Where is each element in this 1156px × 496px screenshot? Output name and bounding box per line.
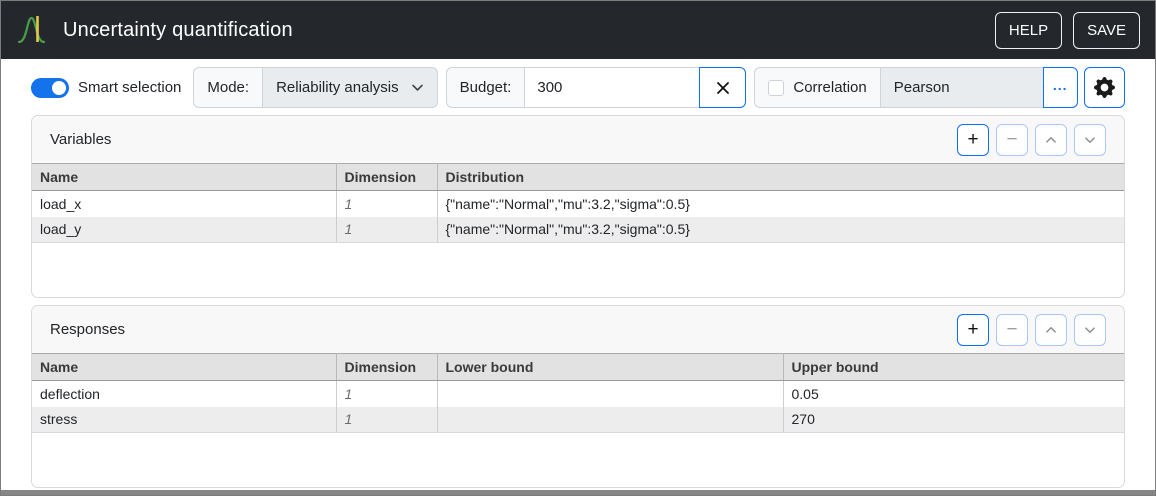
correlation-method-value: Pearson [894, 79, 950, 96]
table-row: stress 1 270 [32, 407, 1124, 433]
header-actions: HELP SAVE [995, 12, 1140, 49]
cell-variable-name[interactable]: load_x [32, 191, 336, 217]
responses-panel-actions: + − [957, 314, 1106, 346]
variables-panel-actions: + − [957, 124, 1106, 156]
smart-selection-label: Smart selection [78, 79, 181, 96]
cell-response-dimension[interactable]: 1 [336, 381, 437, 407]
responses-add-button[interactable]: + [957, 314, 989, 346]
table-row: load_y 1 {"name":"Normal","mu":3.2,"sigm… [32, 217, 1124, 243]
variables-panel-title: Variables [50, 131, 111, 148]
correlation-label: Correlation [793, 79, 866, 96]
save-button[interactable]: SAVE [1073, 12, 1140, 49]
cell-variable-distribution[interactable]: {"name":"Normal","mu":3.2,"sigma":0.5} [437, 191, 1124, 217]
cell-response-upper-bound[interactable]: 270 [783, 407, 1124, 433]
cell-response-dimension[interactable]: 1 [336, 407, 437, 433]
cell-response-name[interactable]: stress [32, 407, 336, 433]
responses-panel: Responses + − Name Dimension Lower bound… [31, 305, 1125, 488]
mode-select[interactable]: Reliability analysis [262, 67, 438, 108]
close-icon [715, 80, 731, 96]
column-header-name: Name [32, 164, 336, 191]
app-header: Uncertainty quantification HELP SAVE [1, 1, 1155, 59]
chevron-up-icon [1045, 324, 1057, 336]
responses-panel-title: Responses [50, 321, 125, 338]
responses-remove-button[interactable]: − [996, 314, 1028, 346]
column-header-distribution: Distribution [437, 164, 1124, 191]
column-header-dimension: Dimension [336, 164, 437, 191]
variables-move-down-button[interactable] [1074, 124, 1106, 156]
variables-panel: Variables + − Name Dimension Distributio… [31, 115, 1125, 298]
mode-selected-value: Reliability analysis [276, 79, 399, 96]
budget-field-wrap [524, 67, 700, 108]
cell-variable-distribution[interactable]: {"name":"Normal","mu":3.2,"sigma":0.5} [437, 217, 1124, 243]
variables-header-row: Name Dimension Distribution [32, 164, 1124, 191]
cell-variable-dimension[interactable]: 1 [336, 217, 437, 243]
correlation-more-button[interactable]: ... [1043, 67, 1078, 108]
page-title: Uncertainty quantification [63, 19, 293, 42]
column-header-lower-bound: Lower bound [437, 354, 783, 381]
cell-variable-name[interactable]: load_y [32, 217, 336, 243]
responses-move-up-button[interactable] [1035, 314, 1067, 346]
mode-group: Mode: Reliability analysis [193, 67, 437, 108]
app-logo-distribution-icon [16, 11, 52, 49]
responses-panel-header: Responses + − [32, 306, 1124, 353]
budget-clear-button[interactable] [699, 67, 746, 108]
column-header-upper-bound: Upper bound [783, 354, 1124, 381]
chevron-up-icon [1045, 134, 1057, 146]
budget-label: Budget: [446, 67, 526, 108]
chevron-down-icon [1084, 324, 1096, 336]
correlation-group: Correlation Pearson ... [754, 67, 1077, 108]
column-header-name: Name [32, 354, 336, 381]
cell-response-lower-bound[interactable] [437, 407, 783, 433]
mode-label: Mode: [193, 67, 263, 108]
variables-panel-header: Variables + − [32, 116, 1124, 163]
column-header-dimension: Dimension [336, 354, 437, 381]
chevron-down-icon [1084, 134, 1096, 146]
budget-input[interactable] [525, 68, 699, 107]
app-window: Uncertainty quantification HELP SAVE Sma… [0, 0, 1156, 496]
table-row: deflection 1 0.05 [32, 381, 1124, 407]
cell-variable-dimension[interactable]: 1 [336, 191, 437, 217]
gear-icon [1094, 77, 1115, 98]
smart-selection-control: Smart selection [31, 78, 185, 98]
smart-selection-toggle[interactable] [31, 78, 69, 98]
budget-group: Budget: [446, 67, 747, 108]
cell-response-upper-bound[interactable]: 0.05 [783, 381, 1124, 407]
table-row: load_x 1 {"name":"Normal","mu":3.2,"sigm… [32, 191, 1124, 217]
chevron-down-icon [411, 81, 424, 94]
responses-move-down-button[interactable] [1074, 314, 1106, 346]
correlation-checkbox[interactable] [768, 80, 784, 96]
cell-response-lower-bound[interactable] [437, 381, 783, 407]
cell-response-name[interactable]: deflection [32, 381, 336, 407]
toolbar: Smart selection Mode: Reliability analys… [31, 67, 1125, 108]
correlation-checkbox-wrap: Correlation [754, 67, 880, 108]
settings-button[interactable] [1084, 67, 1125, 108]
responses-header-row: Name Dimension Lower bound Upper bound [32, 354, 1124, 381]
responses-table: Name Dimension Lower bound Upper bound d… [32, 353, 1124, 433]
correlation-method-field: Pearson [880, 67, 1044, 108]
variables-move-up-button[interactable] [1035, 124, 1067, 156]
variables-add-button[interactable]: + [957, 124, 989, 156]
help-button[interactable]: HELP [995, 12, 1062, 49]
toggle-knob [52, 81, 66, 95]
window-bottom-edge [1, 490, 1155, 495]
variables-remove-button[interactable]: − [996, 124, 1028, 156]
variables-table: Name Dimension Distribution load_x 1 {"n… [32, 163, 1124, 243]
